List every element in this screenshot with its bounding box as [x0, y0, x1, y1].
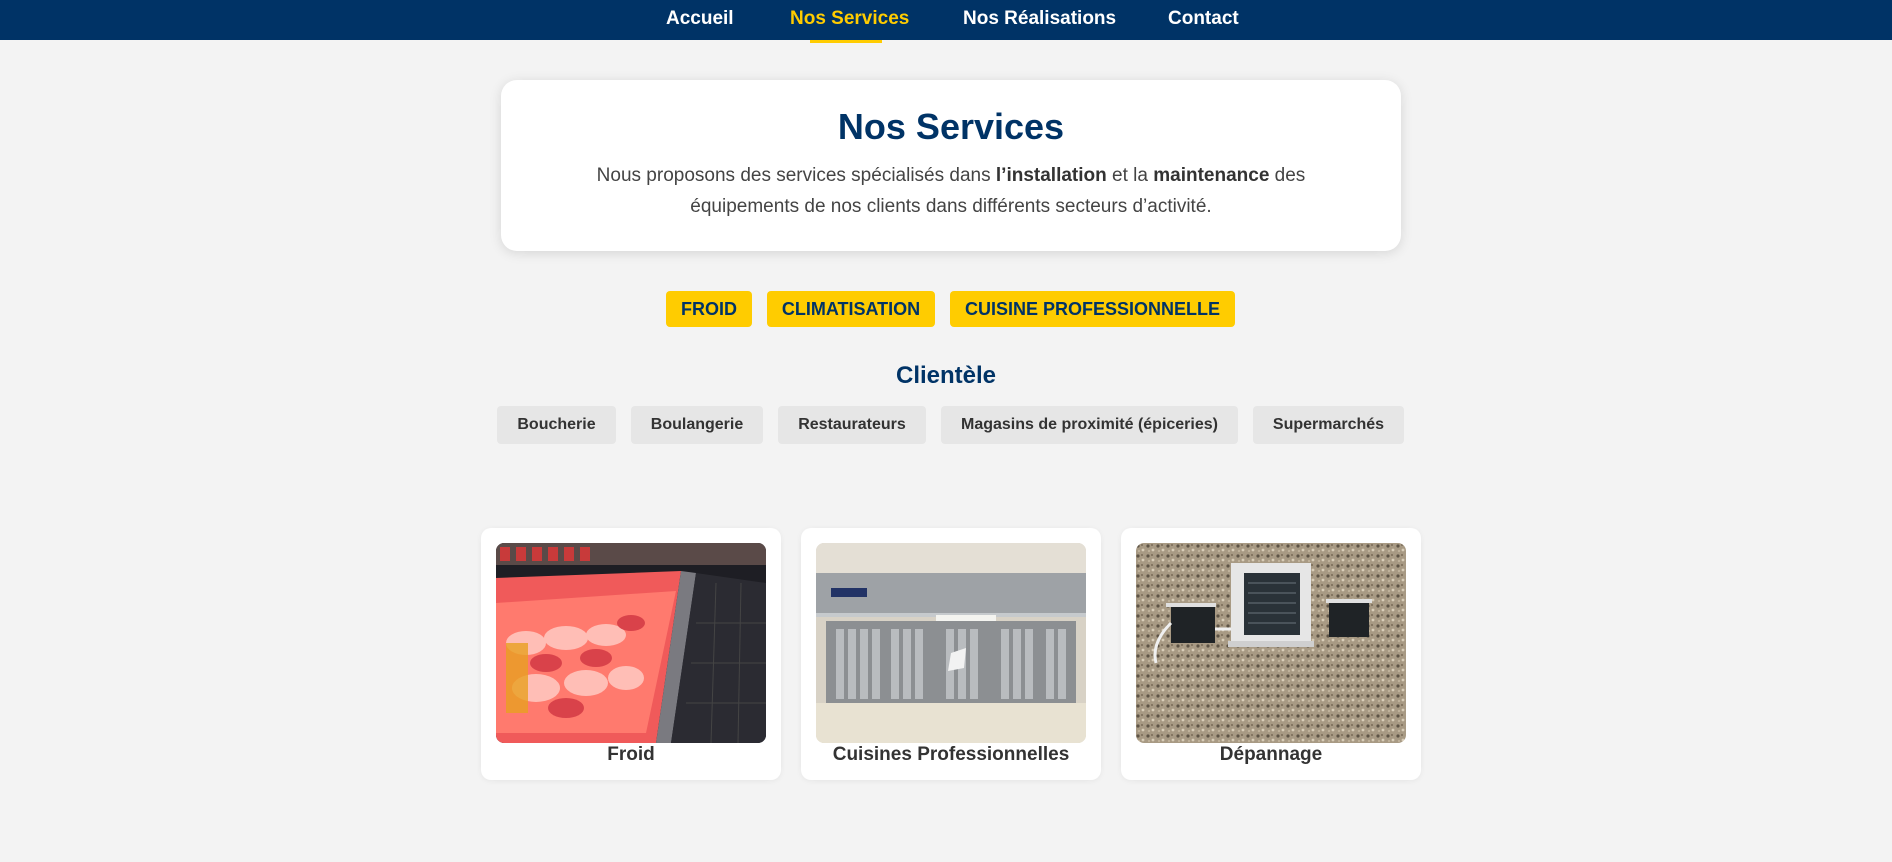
clientele-heading: Clientèle: [895, 362, 997, 389]
kitchen-extraction-hood-photo: [816, 543, 1086, 743]
rooftop-condenser-units-image: [1136, 543, 1406, 743]
nav-link-nos-services[interactable]: Nos Services: [790, 0, 909, 38]
client-tag-boucherie: Boucherie: [497, 406, 616, 444]
rooftop-condenser-units-photo: [1136, 543, 1406, 743]
category-button-climatisation[interactable]: CLIMATISATION: [767, 291, 935, 327]
service-label-cuisines-professionnelles: Cuisines Professionnelles: [832, 744, 1070, 765]
refrigerated-meat-display-image: [496, 543, 766, 743]
refrigerated-meat-display-photo: [496, 543, 766, 743]
intro-text-segment: Nous proposons des services spécialisés …: [596, 165, 996, 186]
nav-link-contact[interactable]: Contact: [1168, 0, 1239, 38]
category-button-cuisine-professionnelle[interactable]: CUISINE PROFESSIONNELLE: [950, 291, 1235, 327]
active-nav-indicator: [810, 40, 882, 43]
service-label-depannage: Dépannage: [1219, 744, 1323, 765]
client-tag-boulangerie: Boulangerie: [631, 406, 763, 444]
nav-link-accueil[interactable]: Accueil: [666, 0, 734, 38]
service-card-froid[interactable]: Froid: [481, 528, 781, 780]
intro-description: Nous proposons des services spécialisés …: [581, 160, 1321, 222]
service-label-froid: Froid: [607, 744, 655, 765]
client-tag-supermarches: Supermarchés: [1253, 406, 1404, 444]
category-button-froid[interactable]: FROID: [666, 291, 752, 327]
top-navbar: Accueil Nos Services Nos Réalisations Co…: [0, 0, 1892, 40]
intro-bold-installation: l’installation: [995, 165, 1107, 186]
service-card-cuisines-professionnelles[interactable]: Cuisines Professionnelles: [801, 528, 1101, 780]
kitchen-extraction-hood-image: [816, 543, 1086, 743]
intro-card: Nos Services Nous proposons des services…: [501, 80, 1401, 251]
intro-text-segment: et la: [1106, 165, 1154, 186]
page-title: Nos Services: [837, 106, 1065, 147]
service-card-depannage[interactable]: Dépannage: [1121, 528, 1421, 780]
client-tag-magasins-de-proximite: Magasins de proximité (épiceries): [941, 406, 1238, 444]
nav-link-nos-realisations[interactable]: Nos Réalisations: [963, 0, 1116, 38]
intro-bold-maintenance: maintenance: [1153, 165, 1270, 186]
client-tag-restaurateurs: Restaurateurs: [778, 406, 926, 444]
